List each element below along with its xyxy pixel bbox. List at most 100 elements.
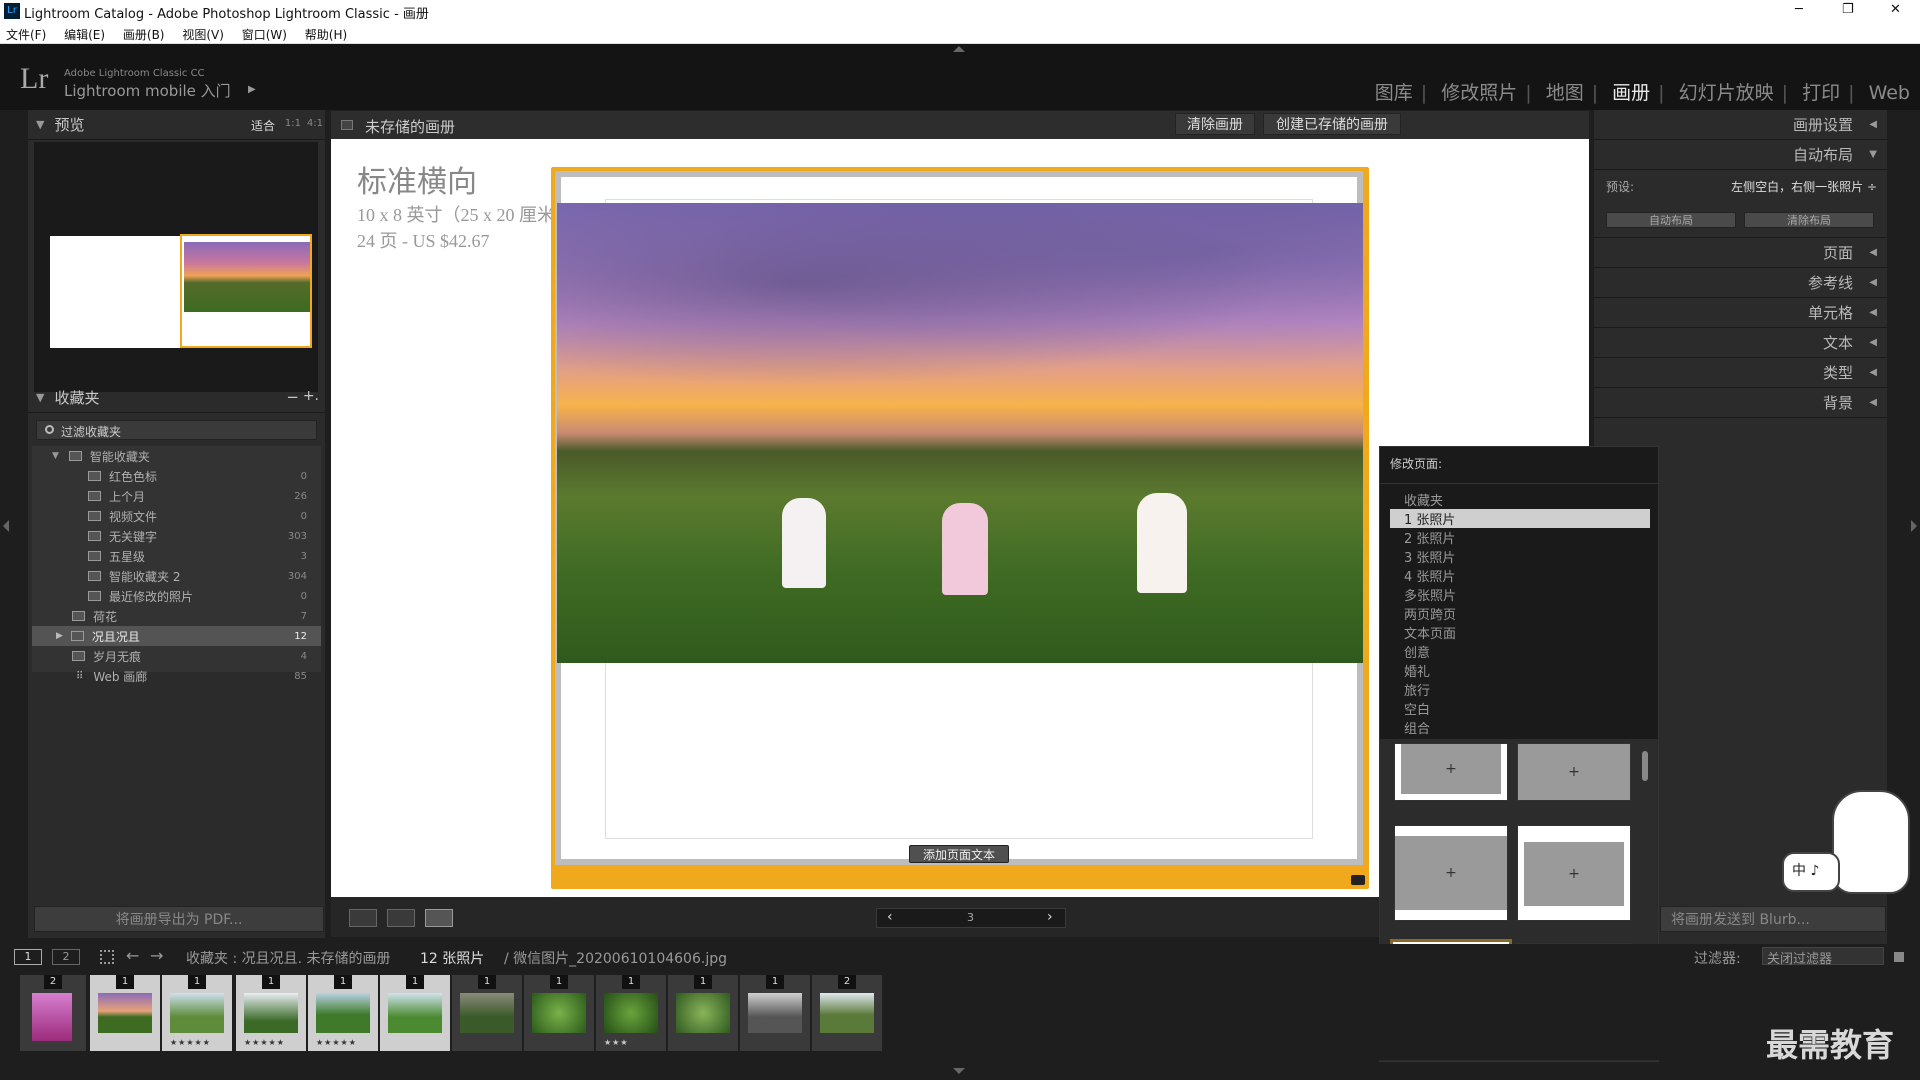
right-panel-toggle-icon[interactable] xyxy=(1911,520,1917,532)
remove-collection-button[interactable]: − xyxy=(286,388,299,406)
filter-lock-icon[interactable] xyxy=(1894,952,1904,962)
back-arrow-icon[interactable]: ← xyxy=(126,946,139,965)
grid-view-icon[interactable] xyxy=(100,950,114,964)
smart-collection-item[interactable]: 五星级 3 xyxy=(32,546,321,566)
layout-category[interactable]: 4 张照片 xyxy=(1380,566,1660,585)
identity-arrow-icon[interactable]: ▶ xyxy=(248,84,256,95)
clear-book-button[interactable]: 清除画册 xyxy=(1175,113,1255,135)
film-thumb[interactable]: 1 xyxy=(740,975,810,1051)
view-toggle-icon[interactable] xyxy=(341,120,353,130)
layout-category[interactable]: 多张照片 xyxy=(1380,585,1660,604)
menu-file[interactable]: 文件(F) xyxy=(6,28,46,42)
module-develop[interactable]: 修改照片 xyxy=(1441,82,1517,104)
module-print[interactable]: 打印 xyxy=(1802,82,1840,104)
filter-dropdown[interactable]: 关闭过滤器 xyxy=(1762,947,1884,967)
layout-thumb[interactable]: + xyxy=(1394,825,1508,921)
page-section[interactable]: 页面 ◀ xyxy=(1594,238,1887,268)
collections-filter[interactable]: 过滤收藏夹 xyxy=(36,420,317,440)
guides-section[interactable]: 参考线 ◀ xyxy=(1594,268,1887,298)
single-page-view-icon[interactable] xyxy=(425,909,453,927)
popup-scrollbar[interactable] xyxy=(1642,751,1648,781)
add-page-text-button[interactable]: 添加页面文本 xyxy=(909,845,1009,863)
book-settings-section[interactable]: 画册设置 ◀ xyxy=(1594,110,1887,140)
background-section[interactable]: 背景 ◀ xyxy=(1594,388,1887,418)
layout-category[interactable]: 空白 xyxy=(1380,699,1660,718)
zoom-1-1[interactable]: 1:1 xyxy=(285,118,301,129)
multi-page-view-icon[interactable] xyxy=(349,909,377,927)
layout-category-selected[interactable]: 1 张照片 xyxy=(1390,509,1650,528)
film-thumb[interactable]: 1 ★★★★★ xyxy=(162,975,232,1051)
layout-category[interactable]: 两页跨页 xyxy=(1380,604,1660,623)
smart-collection-item[interactable]: 视频文件 0 xyxy=(32,506,321,526)
collection-item-selected[interactable]: ▶ 况且况且 12 xyxy=(32,626,321,646)
film-thumb[interactable]: 1 xyxy=(90,975,160,1051)
film-thumb[interactable]: 2 xyxy=(812,975,882,1051)
create-saved-book-button[interactable]: 创建已存储的画册 xyxy=(1263,113,1401,135)
film-thumb[interactable]: 1 xyxy=(524,975,594,1051)
preset-dropdown[interactable]: 左侧空白，右侧一张照片 ÷ xyxy=(1731,178,1877,195)
menu-view[interactable]: 视图(V) xyxy=(182,28,224,42)
layout-category[interactable]: 收藏夹 xyxy=(1380,490,1660,509)
film-thumb[interactable]: 1 xyxy=(452,975,522,1051)
film-thumb[interactable]: 1 xyxy=(380,975,450,1051)
menu-help[interactable]: 帮助(H) xyxy=(305,28,347,42)
book-page[interactable]: 添加页面文本 xyxy=(551,167,1369,889)
module-library[interactable]: 图库 xyxy=(1375,82,1413,104)
module-book[interactable]: 画册 xyxy=(1612,82,1650,104)
type-section[interactable]: 类型 ◀ xyxy=(1594,358,1887,388)
screen-2-button[interactable]: 2 xyxy=(52,949,80,965)
preview-header[interactable]: ▼ 预览 适合 1:1 4:1 xyxy=(28,110,325,140)
film-thumb[interactable]: 1 ★★★ xyxy=(596,975,666,1051)
menu-edit[interactable]: 编辑(E) xyxy=(64,28,105,42)
photo-cell[interactable] xyxy=(557,203,1363,663)
minimize-button[interactable]: ─ xyxy=(1795,2,1803,17)
smart-collection-item[interactable]: 智能收藏夹 2 304 xyxy=(32,566,321,586)
smart-collection-item[interactable]: 红色色标 0 xyxy=(32,466,321,486)
film-thumb[interactable]: 1 xyxy=(668,975,738,1051)
smart-collection-item[interactable]: 无关键字 303 xyxy=(32,526,321,546)
collection-item[interactable]: 岁月无痕 4 xyxy=(32,646,321,666)
collection-item[interactable]: 荷花 7 xyxy=(32,606,321,626)
close-button[interactable]: ✕ xyxy=(1890,2,1901,17)
layout-category[interactable]: 2 张照片 xyxy=(1380,528,1660,547)
layout-thumb[interactable]: + xyxy=(1394,743,1508,801)
collections-header[interactable]: ▼ 收藏夹 − +. xyxy=(28,383,325,413)
module-map[interactable]: 地图 xyxy=(1546,82,1584,104)
preview-right-page[interactable] xyxy=(180,234,312,348)
module-slideshow[interactable]: 幻灯片放映 xyxy=(1679,82,1774,104)
ime-bubble[interactable]: 中 ♪ xyxy=(1782,852,1840,892)
page-menu-icon[interactable] xyxy=(1351,875,1365,885)
source-path[interactable]: 收藏夹 : 况且况且. 未存储的画册 xyxy=(186,948,391,968)
maximize-button[interactable]: ❐ xyxy=(1842,2,1854,17)
layout-category[interactable]: 旅行 xyxy=(1380,680,1660,699)
cell-section[interactable]: 单元格 ◀ xyxy=(1594,298,1887,328)
menu-window[interactable]: 窗口(W) xyxy=(242,28,287,42)
left-panel-toggle-icon[interactable] xyxy=(3,520,9,532)
film-thumb[interactable]: 1 ★★★★★ xyxy=(308,975,378,1051)
smart-collection-item[interactable]: 最近修改的照片 0 xyxy=(32,586,321,606)
layout-category[interactable]: 创意 xyxy=(1380,642,1660,661)
previous-page-button[interactable]: ‹ xyxy=(887,909,893,925)
layout-category[interactable]: 组合 xyxy=(1380,718,1660,737)
add-collection-button[interactable]: +. xyxy=(303,388,319,404)
ime-widget[interactable]: 中 ♪ xyxy=(1782,790,1912,900)
layout-category[interactable]: 3 张照片 xyxy=(1380,547,1660,566)
film-thumb[interactable]: 1 ★★★★★ xyxy=(236,975,306,1051)
module-web[interactable]: Web xyxy=(1869,82,1910,104)
auto-layout-section[interactable]: 自动布局 ▼ xyxy=(1594,140,1887,170)
layout-category[interactable]: 文本页面 xyxy=(1380,623,1660,642)
identity-line2[interactable]: Lightroom mobile 入门 xyxy=(64,80,231,101)
layout-thumb[interactable]: + xyxy=(1517,743,1631,801)
auto-layout-button[interactable]: 自动布局 xyxy=(1606,212,1736,228)
clear-layout-button[interactable]: 清除布局 xyxy=(1744,212,1874,228)
next-page-button[interactable]: › xyxy=(1047,909,1053,925)
collection-item[interactable]: ⠿ Web 画廊 85 xyxy=(32,666,321,686)
bottom-panel-toggle-icon[interactable] xyxy=(953,1068,965,1074)
layout-thumb[interactable]: + xyxy=(1517,825,1631,921)
smart-collection-set[interactable]: ▼ 智能收藏夹 xyxy=(32,446,321,466)
text-section[interactable]: 文本 ◀ xyxy=(1594,328,1887,358)
zoom-fit[interactable]: 适合 xyxy=(251,117,275,134)
current-file[interactable]: / 微信图片_20200610104606.jpg xyxy=(504,948,727,968)
send-to-blurb-button[interactable]: 将画册发送到 Blurb... xyxy=(1660,906,1886,932)
smart-collection-item[interactable]: 上个月 26 xyxy=(32,486,321,506)
